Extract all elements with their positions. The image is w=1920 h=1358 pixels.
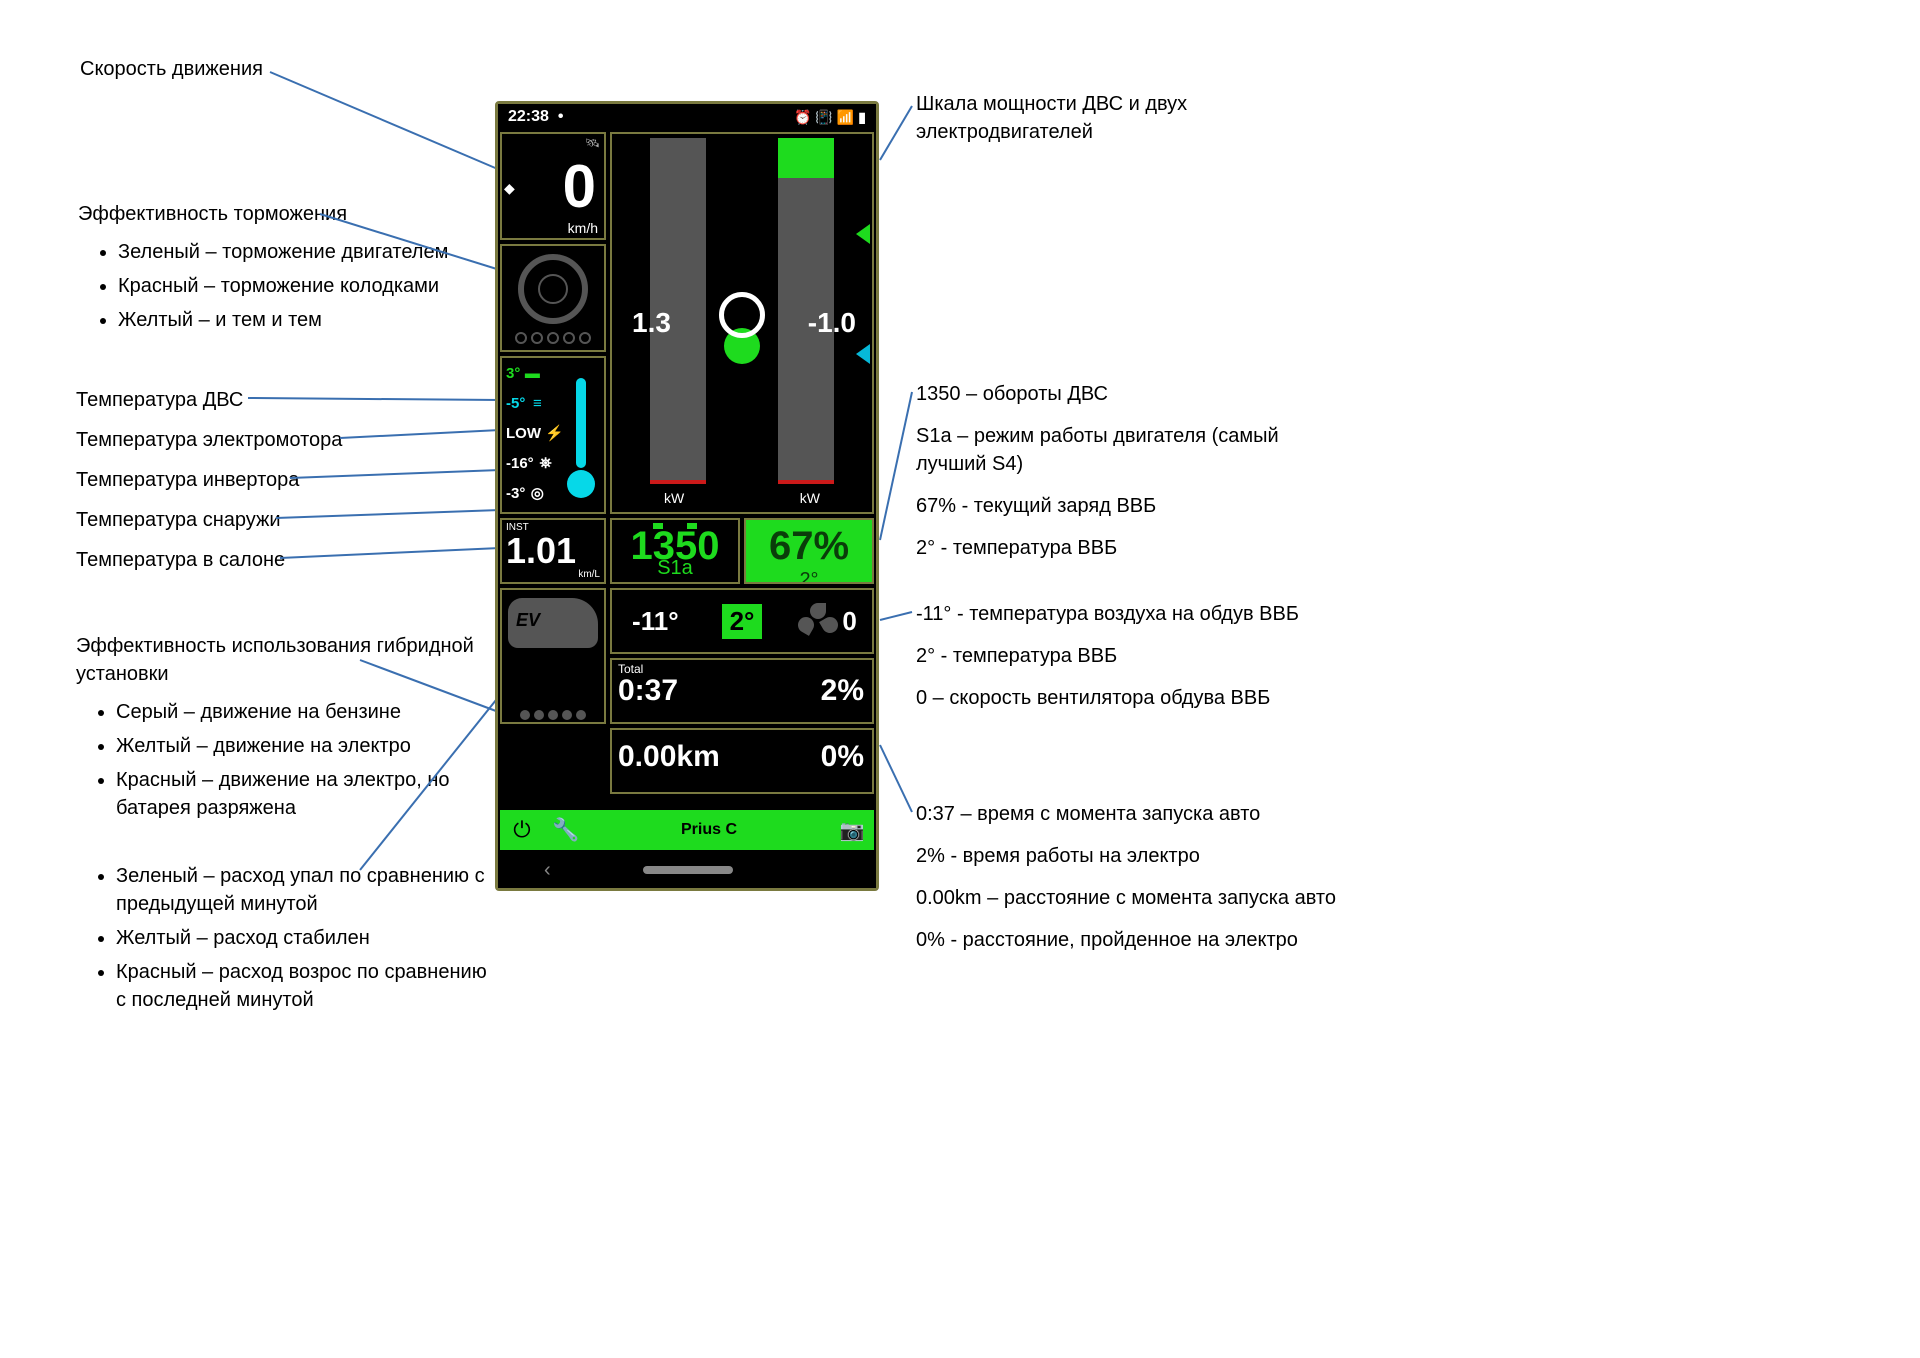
speed-unit: km/h xyxy=(568,220,598,236)
fan-speed: 0 xyxy=(842,606,856,637)
vehicle-name[interactable]: Prius C xyxy=(588,821,830,839)
kw-label-left: kW xyxy=(664,490,684,506)
nav-back[interactable]: ‹ xyxy=(544,859,551,882)
steering-icon: ◎ xyxy=(529,484,545,502)
speed-value: 0 xyxy=(563,152,596,221)
phone-screen: 22:38 • ⏰ 📳 📶 ▮ 🛰 ◆ 0 km/h 1.3 xyxy=(495,101,879,891)
power-left-value: 1.3 xyxy=(632,307,671,339)
thermometer-icon xyxy=(564,378,598,498)
battery-icon: ▮ xyxy=(858,109,866,126)
total-dist: 0.00km xyxy=(618,740,720,774)
temp-inverter-value: LOW xyxy=(506,425,541,442)
brake-indicator-dots xyxy=(502,332,604,344)
temperature-panel[interactable]: 3°▬ -5°≡ LOW⚡ -16°⛯ -3°◎ xyxy=(500,356,606,514)
total-time-pct: 2% xyxy=(821,674,864,708)
nav-spacer xyxy=(824,859,830,882)
status-bar: 22:38 • ⏰ 📳 📶 ▮ xyxy=(498,104,876,130)
android-nav-bar: ‹ xyxy=(498,852,876,888)
power-center-ring xyxy=(719,292,765,338)
temp-motor-value: -5° xyxy=(506,395,525,412)
brake-panel[interactable] xyxy=(500,244,606,352)
temp-outside-value: -16° xyxy=(506,455,534,472)
signal-icon: 📶 xyxy=(837,109,854,126)
settings-button[interactable]: 🔧 xyxy=(544,810,588,850)
bottom-toolbar: ⏻ 🔧 Prius C 📷 xyxy=(500,810,874,850)
rpm-panel[interactable]: 1350 S1a xyxy=(610,518,740,584)
ev-panel[interactable]: EV xyxy=(500,588,606,724)
camera-button[interactable]: 📷 xyxy=(830,818,874,843)
soc-value: 67% xyxy=(746,520,872,569)
motor-icon: ≡ xyxy=(529,395,545,412)
ev-indicator-dots xyxy=(502,710,604,720)
rpm-soc-row: 1350 S1a 67% 2° xyxy=(610,518,874,584)
inst-panel[interactable]: INST 1.01 km/L xyxy=(500,518,606,584)
total-time: 0:37 xyxy=(618,674,678,708)
vibrate-icon: 📳 xyxy=(815,109,832,126)
road-icon: ⛯ xyxy=(538,455,554,472)
soc-panel[interactable]: 67% 2° xyxy=(744,518,874,584)
inst-value: 1.01 xyxy=(506,530,576,572)
satellite-icon: 🛰 xyxy=(585,136,600,150)
fan-icon xyxy=(800,603,836,639)
status-time: 22:38 • xyxy=(508,108,563,126)
bolt-icon: ⚡ xyxy=(545,424,561,442)
compass-icon: ◆ xyxy=(504,180,515,197)
fan-bat-temp: 2° xyxy=(722,604,763,639)
total-dist-panel[interactable]: 0.00km 0% xyxy=(610,728,874,794)
fan-air-temp: -11° xyxy=(612,590,699,652)
temp-engine-value: 3° xyxy=(506,365,520,382)
brake-disc-icon xyxy=(518,254,588,324)
total-dist-pct: 0% xyxy=(821,740,864,774)
alarm-icon: ⏰ xyxy=(794,109,811,126)
soc-temp-value: 2° xyxy=(746,569,872,584)
inst-unit: km/L xyxy=(578,569,600,580)
power-panel[interactable]: 1.3 -1.0 kW kW xyxy=(610,132,874,514)
total-time-panel[interactable]: Total 0:37 2% xyxy=(610,658,874,724)
arrow-cyan-icon xyxy=(856,344,870,364)
mode-value: S1a xyxy=(612,557,738,580)
status-icons: ⏰ 📳 📶 ▮ xyxy=(794,109,866,126)
ev-label: EV xyxy=(516,610,540,631)
nav-home[interactable] xyxy=(643,866,733,874)
arrow-green-icon xyxy=(856,224,870,244)
power-button[interactable]: ⏻ xyxy=(500,810,544,850)
engine-icon: ▬ xyxy=(524,365,540,382)
speed-panel[interactable]: 🛰 ◆ 0 km/h xyxy=(500,132,606,240)
fan-panel[interactable]: -11° 2° 0 xyxy=(610,588,874,654)
power-right-value: -1.0 xyxy=(808,307,856,339)
kw-label-right: kW xyxy=(800,490,820,506)
temp-cabin-value: -3° xyxy=(506,485,525,502)
